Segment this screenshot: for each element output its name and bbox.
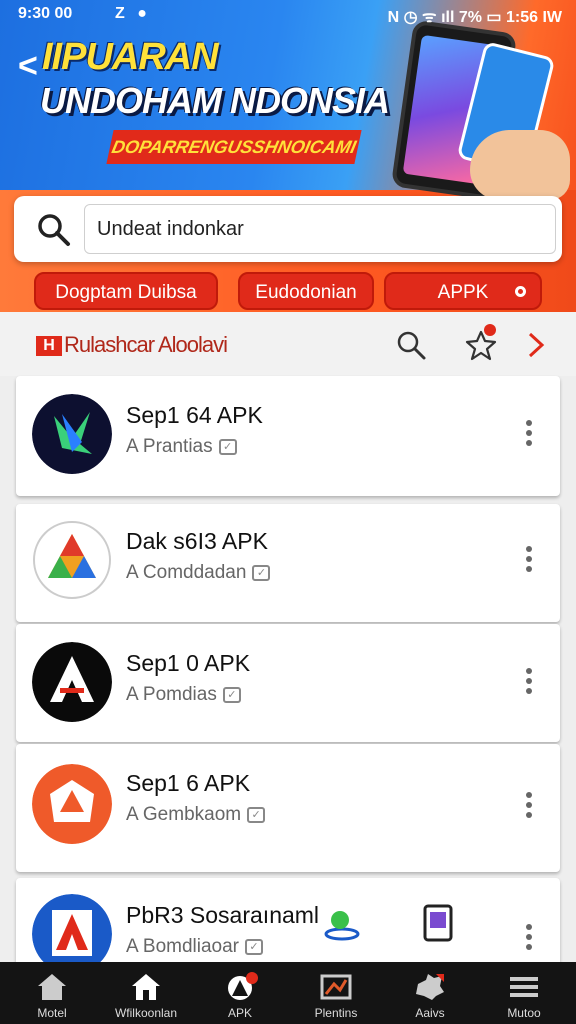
menu-icon: [510, 977, 538, 997]
app-subtitle: A Gembkaom ✓: [126, 804, 266, 826]
hero-tagline: DOPARRENGUSSHNOICAMI: [106, 130, 362, 164]
verified-icon: ✓: [247, 806, 266, 823]
app-name: Sep1 6 APK: [126, 770, 251, 796]
puzzle-icon: [416, 974, 444, 1000]
app-icon: [33, 521, 111, 599]
status-bar: 9:30 00 Z ● N ◷ ᯤ ıll 7% ▭ 1:56 IW: [0, 0, 576, 28]
app-card[interactable]: Dak s6I3 APK A Comddadan ✓: [16, 504, 560, 622]
verified-icon: ✓: [252, 564, 271, 581]
home-icon: [38, 974, 66, 1000]
status-time: 9:30 00: [18, 5, 73, 22]
image-icon: [320, 974, 352, 1000]
status-icons-right: N ◷ ᯤ ıll 7% ▭ 1:56 IW: [387, 9, 562, 26]
section-header: H Rulashcar Aloolavi: [0, 312, 576, 376]
nav-item-apk[interactable]: APK: [192, 962, 288, 1024]
nav-badge: [246, 972, 258, 984]
radio-icon: [515, 286, 526, 297]
more-options-icon[interactable]: [524, 420, 534, 450]
nav-item-plentins[interactable]: Plentins: [288, 962, 384, 1024]
status-icons-left: Z ●: [115, 5, 151, 22]
app-card[interactable]: Sep1 64 APK A Prantias ✓: [16, 376, 560, 496]
app-subtitle: A Prantias ✓: [126, 436, 237, 458]
filter-chip-apk-label: APPK: [437, 282, 489, 303]
nav-item-motel[interactable]: Motel: [4, 962, 100, 1024]
nav-item-wfilkoonlan[interactable]: Wfilkoonlan: [98, 962, 194, 1024]
more-options-icon[interactable]: [524, 546, 534, 576]
search-input[interactable]: Undeat indonkar: [84, 204, 556, 254]
search-bar: Undeat indonkar: [14, 196, 562, 262]
nav-label: APK: [227, 1006, 252, 1020]
hero-headline-2: UNDOHAM NDONSIA: [40, 80, 390, 121]
app-card[interactable]: Sep1 0 APK A Pomdias ✓: [16, 624, 560, 742]
nav-label: Motel: [37, 1006, 67, 1020]
app-name: PbR3 Sosaraınaml: [126, 902, 320, 928]
app-card[interactable]: Sep1 6 APK A Gembkaom ✓: [16, 744, 560, 872]
filter-chip-1[interactable]: Dogptam Duibsa: [34, 272, 218, 310]
more-options-icon[interactable]: [524, 924, 534, 954]
hero-headline-1: IIPUARAN: [42, 36, 219, 78]
more-options-icon[interactable]: [524, 668, 534, 698]
app-screen: 9:30 00 Z ● N ◷ ᯤ ıll 7% ▭ 1:56 IW < IIP…: [0, 0, 576, 1024]
hero-banner: 9:30 00 Z ● N ◷ ᯤ ıll 7% ▭ 1:56 IW < IIP…: [0, 0, 576, 312]
search-icon[interactable]: [394, 328, 428, 362]
notification-badge: [484, 324, 496, 336]
more-options-icon[interactable]: [524, 792, 534, 822]
hand-illustration: [470, 130, 570, 200]
app-icon: [32, 764, 112, 844]
filter-chip-apk[interactable]: APPK: [384, 272, 542, 310]
app-subtitle: A Bomdliaoar ✓: [126, 936, 264, 958]
verified-icon: ✓: [218, 438, 237, 455]
app-name: Dak s6I3 APK: [126, 528, 268, 554]
app-subtitle: A Pomdias ✓: [126, 684, 241, 706]
app-name: Sep1 0 APK: [126, 650, 251, 676]
nav-label: Wfilkoonlan: [114, 1006, 178, 1020]
bottom-navigation: Motel Wfilkoonlan APK Plentins Aaivs Mut…: [0, 962, 576, 1024]
app-icon: [32, 394, 112, 474]
app-icon: [32, 642, 112, 722]
app-subtitle: A Comddadan ✓: [126, 562, 271, 584]
section-title: Rulashcar Aloolavi: [64, 332, 228, 357]
nav-label: Aaivs: [415, 1006, 445, 1020]
house-icon: [132, 974, 160, 1000]
android-icon: [324, 911, 360, 941]
app-name: Sep1 64 APK: [126, 402, 263, 428]
nav-item-aaivs[interactable]: Aaivs: [382, 962, 478, 1024]
verified-icon: ✓: [222, 686, 241, 703]
nav-label: Plentins: [314, 1006, 358, 1020]
verified-icon: ✓: [245, 938, 264, 955]
section-logo: H: [36, 336, 62, 356]
filter-chip-2[interactable]: Eudodonian: [238, 272, 374, 310]
nav-item-mutoo[interactable]: Mutoo: [476, 962, 572, 1024]
nav-label: Mutoo: [507, 1006, 541, 1020]
device-icon: [423, 904, 453, 942]
chevron-right-icon[interactable]: [520, 328, 554, 362]
app-card[interactable]: PbR3 Sosaraınaml A Bomdliaoar ✓: [16, 878, 560, 974]
search-icon[interactable]: [36, 212, 72, 248]
